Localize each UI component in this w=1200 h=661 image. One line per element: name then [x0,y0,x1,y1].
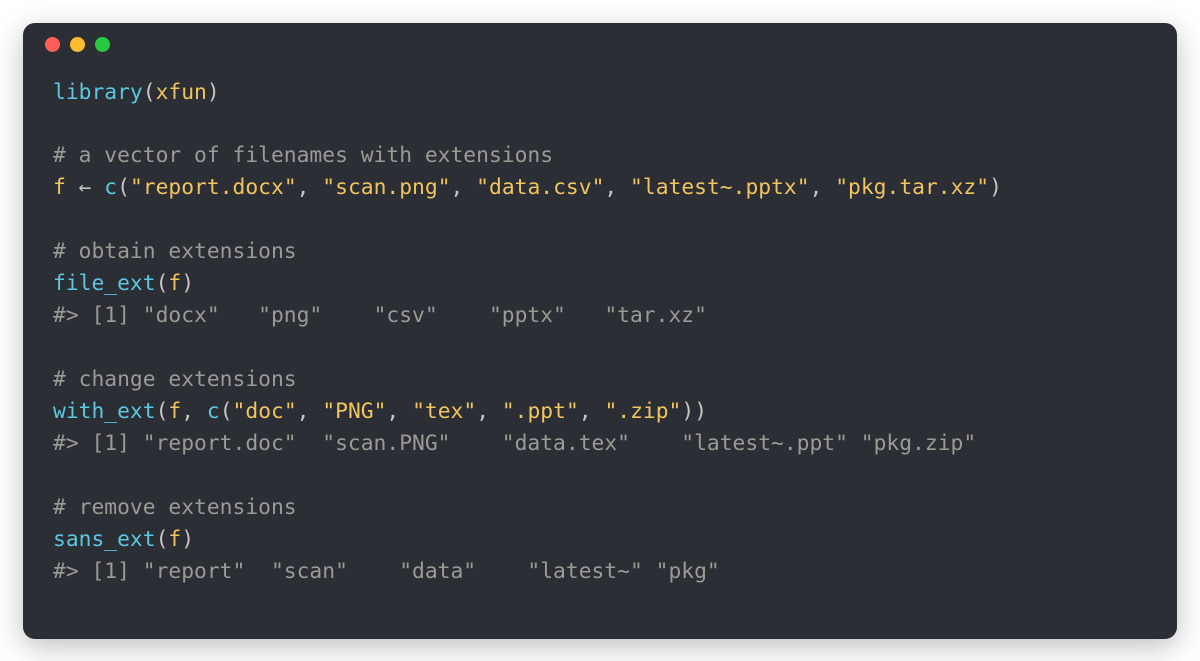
terminal-window: library(xfun) # a vector of filenames wi… [23,23,1177,639]
output-file-ext: #> [1] "docx" "png" "csv" "pptx" "tar.xz… [53,303,707,328]
output-sans-ext: #> [1] "report" "scan" "data" "latest~" … [53,559,720,584]
assign-arrow: ← [66,175,104,200]
code-block: library(xfun) # a vector of filenames wi… [23,67,1177,639]
zoom-icon[interactable] [95,37,110,52]
line-11: with_ext(f, c("doc", "PNG", "tex", ".ppt… [53,399,707,424]
comment-change: # change extensions [53,367,297,392]
comment-obtain: # obtain extensions [53,239,297,264]
line-4: f ← c("report.docx", "scan.png", "data.c… [53,175,1002,200]
fn-file-ext: file_ext [53,271,156,296]
comment-vector: # a vector of filenames with extensions [53,143,553,168]
fn-with-ext: with_ext [53,399,156,424]
output-with-ext: #> [1] "report.doc" "scan.PNG" "data.tex… [53,431,976,456]
close-icon[interactable] [45,37,60,52]
var-f: f [53,175,66,200]
minimize-icon[interactable] [70,37,85,52]
window-titlebar [23,23,1177,67]
paren-close: ) [207,80,220,105]
line-1: library(xfun) [53,80,220,105]
fn-c: c [104,175,117,200]
arg-xfun: xfun [156,80,207,105]
line-15: sans_ext(f) [53,527,194,552]
fn-sans-ext: sans_ext [53,527,156,552]
line-7: file_ext(f) [53,271,194,296]
paren-open: ( [143,80,156,105]
comment-remove: # remove extensions [53,495,297,520]
fn-library: library [53,80,143,105]
